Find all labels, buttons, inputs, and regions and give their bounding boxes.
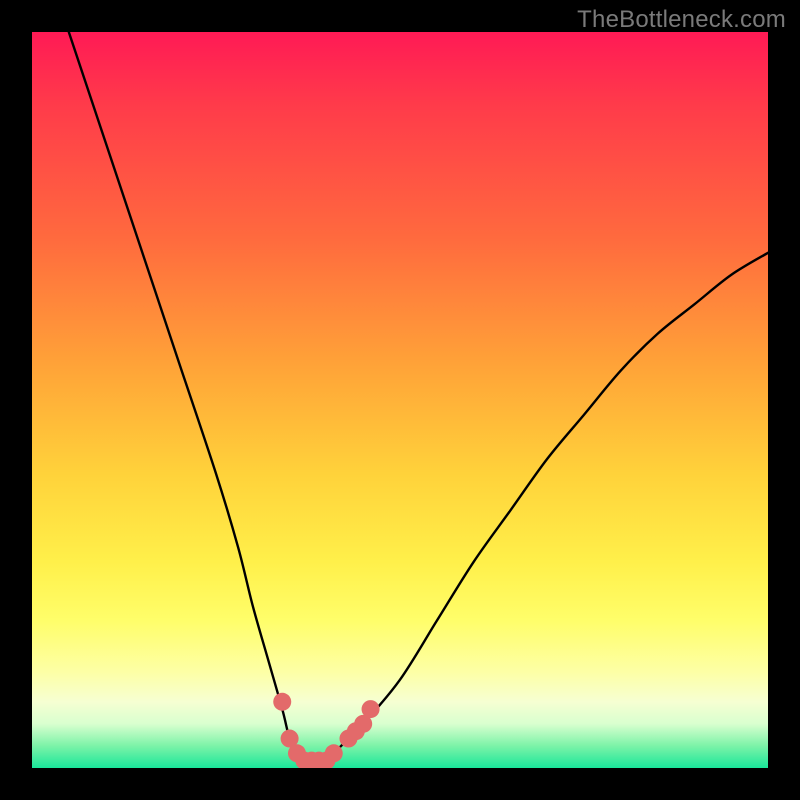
watermark-text: TheBottleneck.com [577,6,786,34]
outer-frame: TheBottleneck.com [0,0,800,800]
bottleneck-curve-line [69,32,768,761]
bottleneck-curve-markers [273,693,379,768]
chart-plot-area [32,32,768,768]
curve-marker [273,693,291,711]
chart-svg [32,32,768,768]
curve-marker [325,744,343,762]
curve-marker [362,700,380,718]
